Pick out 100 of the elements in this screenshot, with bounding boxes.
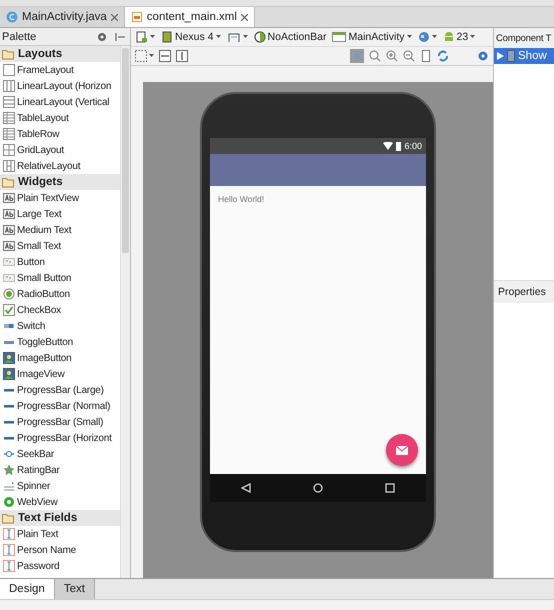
- palette-item[interactable]: Person Name: [0, 542, 120, 558]
- editor-mode-tab[interactable]: Text: [54, 579, 95, 599]
- editor-mode-tab[interactable]: Design: [0, 579, 55, 599]
- caret-icon: [470, 35, 476, 39]
- palette-item[interactable]: ProgressBar (Large): [0, 382, 120, 398]
- device-dropdown[interactable]: Nexus 4: [161, 31, 221, 43]
- home-icon[interactable]: [313, 483, 323, 493]
- palette-item[interactable]: RadioButton: [0, 286, 120, 302]
- zoom-out-icon[interactable]: [403, 50, 415, 62]
- folder-icon: [2, 48, 14, 60]
- palette-item[interactable]: Switch: [0, 318, 120, 334]
- rotate-icon: [226, 31, 241, 43]
- expand-vertical-icon[interactable]: [176, 50, 188, 62]
- palette-item[interactable]: FrameLayout: [0, 62, 120, 78]
- floating-action-button[interactable]: [386, 434, 418, 466]
- table-icon: [3, 128, 15, 140]
- close-icon[interactable]: [240, 14, 248, 20]
- palette-item[interactable]: Small Button: [0, 270, 120, 286]
- palette-item[interactable]: ProgressBar (Horizont: [0, 430, 120, 446]
- palette-item[interactable]: GridLayout: [0, 142, 120, 158]
- orientation-dropdown[interactable]: [226, 31, 248, 43]
- text-field-icon: [3, 544, 15, 556]
- wifi-icon: [383, 142, 394, 150]
- expand-arrow-icon: [497, 52, 504, 60]
- scrollbar[interactable]: [120, 46, 130, 578]
- palette-item[interactable]: Medium Text: [0, 222, 120, 238]
- device-icon: [135, 31, 148, 43]
- palette-item[interactable]: ProgressBar (Normal): [0, 398, 120, 414]
- palette-item[interactable]: ImageButton: [0, 350, 120, 366]
- phone-icon: [507, 50, 515, 62]
- zoom-in-icon[interactable]: [386, 50, 398, 62]
- text-icon: [3, 208, 15, 220]
- palette-item[interactable]: ToggleButton: [0, 334, 120, 350]
- caret-icon: [150, 35, 155, 39]
- ok-button-icon: [3, 272, 15, 284]
- close-icon[interactable]: [110, 14, 118, 20]
- palette-item[interactable]: Button: [0, 254, 120, 270]
- xml-file-icon: [130, 11, 143, 23]
- theme-icon: [254, 31, 266, 43]
- ok-button-icon: [3, 256, 15, 268]
- palette-item[interactable]: RelativeLayout: [0, 158, 120, 174]
- radio-icon: [3, 288, 15, 300]
- toggle-icon: [4, 340, 14, 344]
- caret-icon: [149, 54, 154, 58]
- text-icon: [3, 192, 15, 204]
- columns-icon: [3, 80, 15, 92]
- caret-icon: [216, 35, 221, 39]
- page-icon[interactable]: [420, 50, 432, 62]
- back-icon[interactable]: [241, 483, 251, 493]
- refresh-icon[interactable]: [437, 50, 449, 62]
- palette-item[interactable]: Small Text: [0, 238, 120, 254]
- locale-dropdown[interactable]: [418, 31, 436, 43]
- recents-icon[interactable]: [385, 483, 395, 493]
- image-icon: [3, 352, 15, 364]
- image-icon: [3, 368, 15, 380]
- caret-icon: [432, 35, 436, 39]
- properties-header: Properties: [494, 280, 554, 303]
- palette-item[interactable]: LinearLayout (Horizon: [0, 78, 120, 94]
- class-icon: [6, 11, 18, 23]
- mail-icon: [396, 446, 408, 454]
- zoom-fit-button[interactable]: [135, 50, 154, 62]
- palette-group-header[interactable]: Widgets: [0, 174, 120, 190]
- folder-icon: [2, 176, 14, 188]
- zoom-actual-icon[interactable]: [369, 50, 381, 62]
- component-tree-header: Component T: [494, 28, 554, 48]
- api-level-dropdown[interactable]: 23: [442, 31, 476, 43]
- palette-item[interactable]: ImageView: [0, 366, 120, 382]
- activity-dropdown[interactable]: MainActivity: [332, 31, 412, 43]
- palette-item[interactable]: LinearLayout (Vertical: [0, 94, 120, 110]
- text-icon: [3, 240, 15, 252]
- tree-item[interactable]: Show: [494, 48, 554, 64]
- window-icon: [332, 31, 346, 43]
- caret-icon: [406, 35, 412, 39]
- palette-group-header[interactable]: Text Fields: [0, 510, 120, 526]
- palette-item[interactable]: WebView: [0, 494, 120, 510]
- palette-item[interactable]: Password: [0, 558, 120, 574]
- palette-group-header[interactable]: Layouts: [0, 46, 120, 62]
- phone-icon: [161, 31, 173, 43]
- text-field-icon: [3, 560, 15, 572]
- folder-icon: [2, 512, 14, 524]
- palette-item[interactable]: SeekBar: [0, 446, 120, 462]
- palette-item[interactable]: ProgressBar (Small): [0, 414, 120, 430]
- theme-dropdown[interactable]: NoActionBar: [254, 31, 326, 43]
- design-surface-button[interactable]: [135, 31, 155, 43]
- editor-tab[interactable]: MainActivity.java: [0, 7, 125, 27]
- palette-item[interactable]: Large Text: [0, 206, 120, 222]
- palette-item[interactable]: TableLayout: [0, 110, 120, 126]
- palette-item[interactable]: TableRow: [0, 126, 120, 142]
- palette-item[interactable]: Plain Text: [0, 526, 120, 542]
- palette-item[interactable]: RatingBar: [0, 462, 120, 478]
- editor-tab[interactable]: content_main.xml: [124, 7, 255, 27]
- text-field-icon: [3, 528, 15, 540]
- palette-item[interactable]: CheckBox: [0, 302, 120, 318]
- palette-item[interactable]: Spinner: [0, 478, 120, 494]
- expand-horizontal-icon[interactable]: [159, 50, 171, 62]
- text-icon: [3, 224, 15, 236]
- checkbox-icon: [3, 304, 15, 316]
- spinner-icon: [3, 480, 15, 492]
- hello-text: Hello World!: [218, 194, 266, 204]
- palette-item[interactable]: Plain TextView: [0, 190, 120, 206]
